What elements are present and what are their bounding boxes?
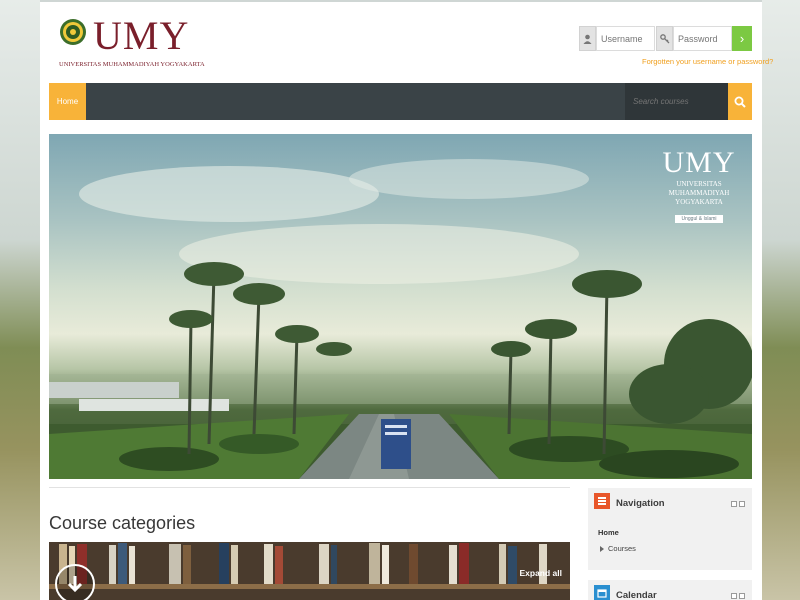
expand-all-link[interactable]: Expand all (519, 568, 562, 578)
campus-photo (49, 159, 752, 479)
calendar-dock-button[interactable] (739, 593, 745, 599)
bookshelf-image (49, 542, 570, 600)
hero-logo-text: UMY (662, 146, 736, 179)
expand-triangle-icon (600, 546, 604, 553)
page-container: UMY UNIVERSITAS MUHAMMADIYAH YOGYAKARTA … (40, 2, 773, 600)
hero-logo-badge: Unggul & Islami (675, 215, 723, 223)
user-icon (579, 26, 596, 51)
calendar-block-title: Calendar (616, 590, 657, 600)
hero-logo-line3: YOGYAKARTA (675, 198, 723, 206)
nav-home-link[interactable]: Home (49, 83, 86, 120)
expand-down-button[interactable] (55, 564, 95, 600)
block-collapse-button[interactable] (731, 501, 737, 507)
arrow-down-icon (67, 576, 83, 593)
calendar-block-controls (731, 593, 745, 599)
search-courses-input[interactable] (625, 83, 728, 120)
forgot-password-link[interactable]: Forgotten your username or password? (642, 57, 773, 66)
site-logo[interactable]: UMY UNIVERSITAS MUHAMMADIYAH YOGYAKARTA (58, 14, 205, 72)
navigation-block: Navigation Home Courses (588, 488, 752, 570)
password-input[interactable] (673, 26, 732, 51)
navigation-icon (594, 493, 610, 509)
page-title: Course categories (49, 513, 196, 533)
logo-subtitle: UNIVERSITAS MUHAMMADIYAH YOGYAKARTA (59, 61, 205, 68)
nav-tree-home[interactable]: Home (598, 528, 619, 537)
main-navbar: Home (49, 83, 752, 120)
logo-seal-icon (60, 19, 86, 45)
content-divider (49, 487, 570, 488)
search-icon (734, 96, 746, 108)
login-form: › (579, 26, 752, 51)
background-right (762, 0, 800, 600)
key-icon (656, 26, 673, 51)
search-button[interactable] (728, 83, 752, 120)
navigation-block-title: Navigation (616, 498, 665, 509)
hero-logo: UMY UNIVERSITAS MUHAMMADIYAH YOGYAKARTA … (659, 146, 739, 225)
nav-tree-courses-label: Courses (608, 544, 636, 553)
hero-banner: UMY UNIVERSITAS MUHAMMADIYAH YOGYAKARTA … (49, 134, 752, 479)
background-left (0, 0, 40, 600)
calendar-icon (594, 585, 610, 600)
hero-logo-line1: UNIVERSITAS (676, 180, 722, 188)
course-category-banner[interactable]: Expand all (49, 542, 570, 600)
hero-logo-line2: MUHAMMADIYAH (668, 189, 730, 197)
login-submit-button[interactable]: › (732, 26, 752, 51)
block-controls (731, 501, 745, 507)
calendar-block: Calendar (588, 580, 752, 600)
block-dock-button[interactable] (739, 501, 745, 507)
calendar-collapse-button[interactable] (731, 593, 737, 599)
username-input[interactable] (596, 26, 655, 51)
logo-text: UMY (93, 13, 190, 58)
nav-tree-courses[interactable]: Courses (600, 544, 636, 553)
